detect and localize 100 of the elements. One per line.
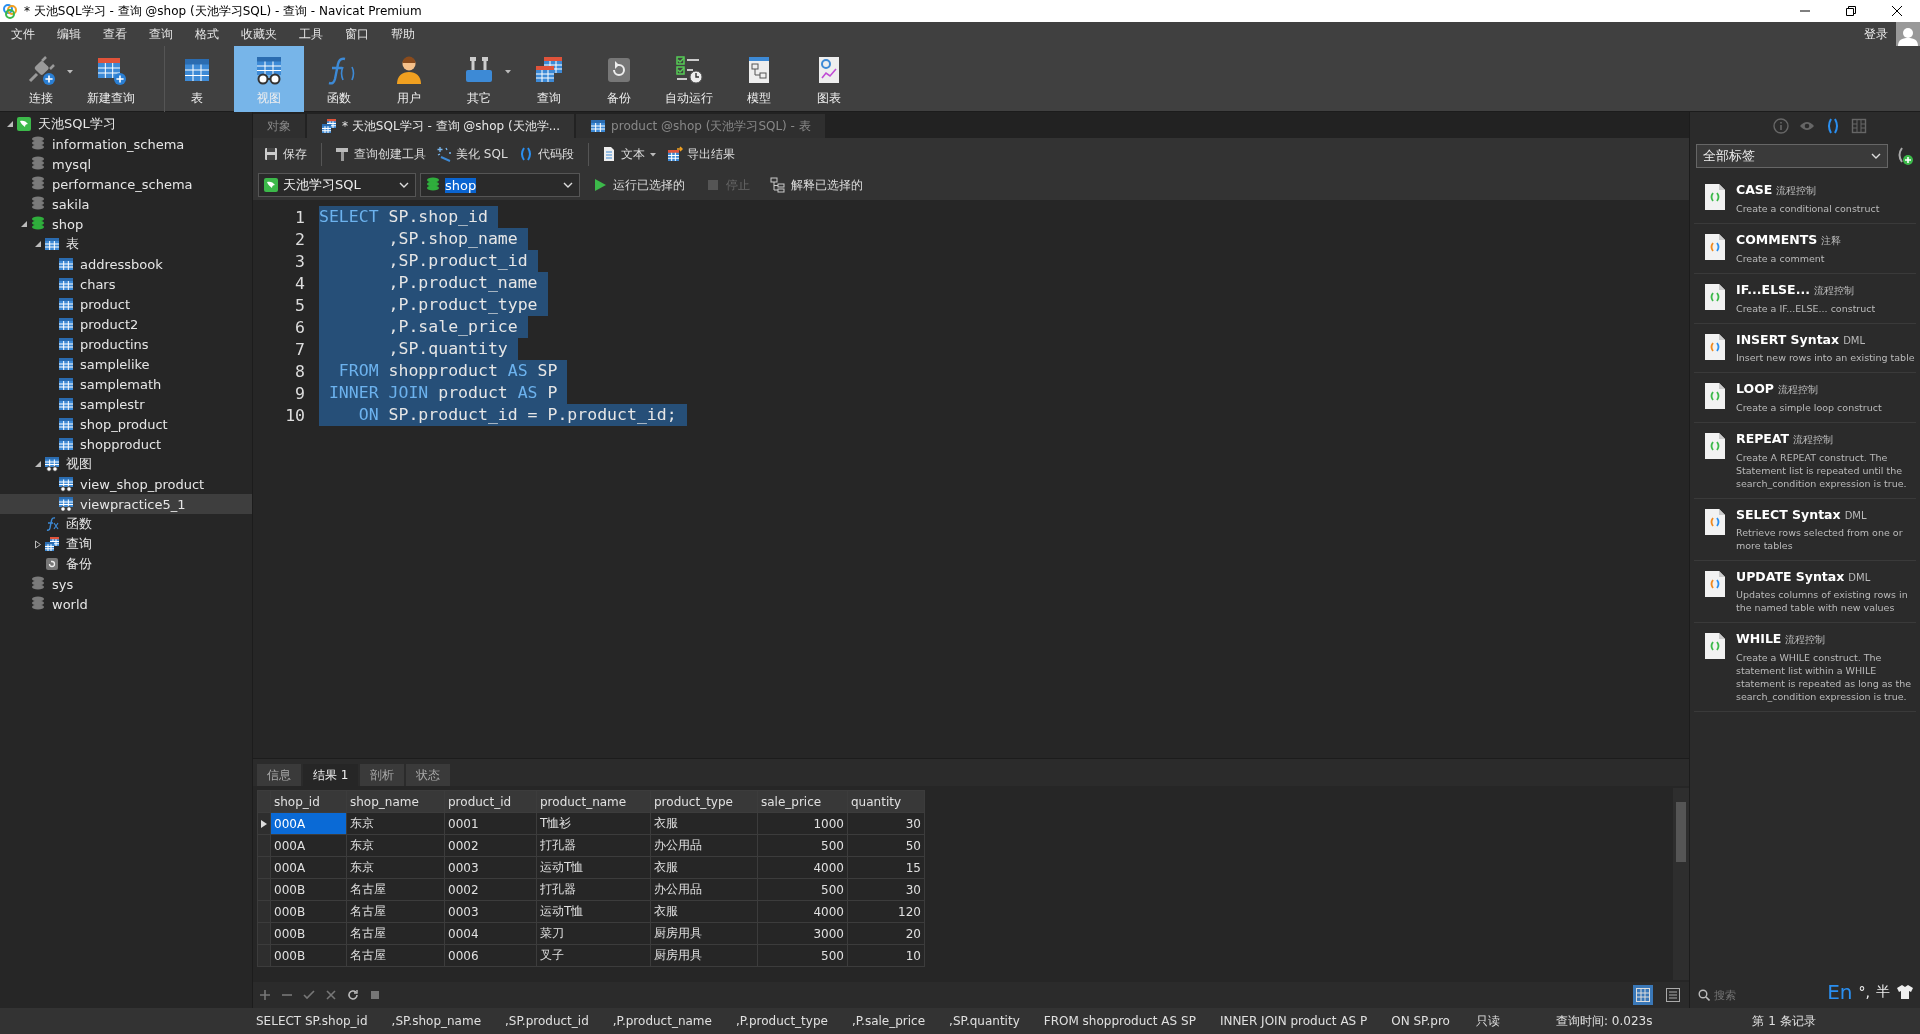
snippet-item[interactable]: SELECT Syntax DML Retrieve rows selected from one or more tables [1694, 499, 1916, 561]
menu-item[interactable]: 文件 [0, 25, 46, 43]
tree-item[interactable]: shopproduct [0, 434, 252, 454]
document-tab[interactable]: product @shop (天池学习SQL) - 表 [576, 114, 825, 138]
snippet-item[interactable]: IF...ELSE... 流程控制 Create a IF...ELSE... construct [1694, 274, 1916, 324]
tree-arrow-icon[interactable] [34, 539, 42, 549]
panel-tab[interactable] [1773, 118, 1789, 134]
tree-item[interactable]: addressbook [0, 254, 252, 274]
snippet-item[interactable]: CASE 流程控制 Create a conditional construct [1694, 174, 1916, 224]
search-field[interactable]: 搜索 [1714, 988, 1794, 1002]
column-header[interactable]: product_name [536, 790, 651, 813]
toolbar-button[interactable]: 解释已选择的 [762, 176, 871, 194]
column-header[interactable]: product_id [444, 790, 537, 813]
tree-item[interactable]: sys [0, 574, 252, 594]
tree-item[interactable]: product2 [0, 314, 252, 334]
result-tab[interactable]: 状态 [406, 764, 451, 786]
toolbar-button[interactable]: 连接 [6, 46, 76, 112]
tree-item[interactable]: 表 [0, 234, 252, 254]
tree-item[interactable]: 备份 [0, 554, 252, 574]
document-tab[interactable]: 对象 [253, 114, 305, 138]
menu-item[interactable]: 窗口 [334, 25, 380, 43]
tree-item[interactable]: product [0, 294, 252, 314]
snippet-item[interactable]: REPEAT 流程控制 Create A REPEAT construct. The Statement list is repeated until the search_condition expression is true. [1694, 423, 1916, 499]
menu-item[interactable]: 查看 [92, 25, 138, 43]
scrollbar-thumb[interactable] [1676, 802, 1686, 862]
tree-item[interactable]: viewpractice5_1 [0, 494, 252, 514]
view-toggle[interactable] [1633, 985, 1653, 1005]
tree-item[interactable]: mysql [0, 154, 252, 174]
snippet-item[interactable]: WHILE 流程控制 Create a WHILE construct. The statement list within a WHILE statement is repeated as long as the search_condition expression is true. [1694, 623, 1916, 712]
scrollbar[interactable] [1673, 788, 1689, 980]
document-tab[interactable]: * 天池SQL学习 - 查询 @shop (天池学... [307, 114, 575, 138]
tree-item[interactable]: productins [0, 334, 252, 354]
snippet-item[interactable]: COMMENTS 注释 Create a comment [1694, 224, 1916, 274]
tree-item[interactable]: 天池SQL学习 [0, 114, 252, 134]
toolbar-button[interactable]: 新建查询 [76, 46, 146, 112]
tree-item[interactable]: samplelike [0, 354, 252, 374]
menu-item[interactable]: 工具 [288, 25, 334, 43]
column-header[interactable]: sale_price [757, 790, 848, 813]
tag-filter-select[interactable]: 全部标签 [1696, 144, 1888, 168]
toolbar-button[interactable]: 自动运行 [654, 46, 724, 112]
menu-item[interactable]: 格式 [184, 25, 230, 43]
tree-item[interactable]: sakila [0, 194, 252, 214]
connection-select[interactable]: 天池学习SQL [258, 173, 416, 197]
snippet-item[interactable]: INSERT Syntax DML Insert new rows into an existing table [1694, 324, 1916, 373]
menu-item[interactable]: 编辑 [46, 25, 92, 43]
tree-item[interactable]: samplemath [0, 374, 252, 394]
tree-item[interactable]: 函数 [0, 514, 252, 534]
column-header[interactable]: shop_name [346, 790, 445, 813]
panel-tab[interactable] [1851, 118, 1867, 134]
tree-arrow-icon[interactable] [34, 240, 42, 248]
tree-arrow-icon[interactable] [6, 120, 14, 128]
snippet-item[interactable]: UPDATE Syntax DML Updates columns of existing rows in the named table with new values [1694, 561, 1916, 623]
tree-item[interactable]: chars [0, 274, 252, 294]
tree-item[interactable]: 查询 [0, 534, 252, 554]
toolbar-button[interactable]: 模型 [724, 46, 794, 112]
toolbar-button[interactable]: 查询 [514, 46, 584, 112]
toolbar-button[interactable]: 查询创建工具 [321, 142, 430, 166]
tree-item[interactable]: view_shop_product [0, 474, 252, 494]
panel-tab[interactable] [1825, 118, 1841, 134]
toolbar-button[interactable]: 运行已选择的 [584, 176, 693, 194]
toolbar-button[interactable]: 备份 [584, 46, 654, 112]
database-icon [30, 576, 46, 592]
toolbar-button[interactable]: 文本 [587, 142, 661, 166]
toolbar-button[interactable]: 图表 [794, 46, 864, 112]
shirt-icon[interactable] [1896, 984, 1914, 1000]
toolbar-button[interactable]: 美化 SQL [432, 142, 512, 166]
toolbar-button[interactable]: 其它 [444, 46, 514, 112]
result-tab[interactable]: 剖析 [360, 764, 405, 786]
ime-punctuation[interactable]: °, [1858, 984, 1870, 1000]
tree-item[interactable]: samplestr [0, 394, 252, 414]
database-select[interactable]: shop [420, 173, 580, 197]
avatar-icon[interactable] [1896, 22, 1920, 46]
tree-item[interactable]: shop [0, 214, 252, 234]
row-indicator[interactable] [257, 812, 271, 835]
toolbar-button[interactable]: 用户 [374, 46, 444, 112]
database-icon [30, 596, 46, 612]
view-toggle[interactable] [1663, 985, 1683, 1005]
tree-item[interactable]: 视图 [0, 454, 252, 474]
toolbar-button[interactable]: 代码段 [513, 142, 578, 166]
column-header[interactable]: quantity [847, 790, 925, 813]
toolbar-button[interactable]: 函数 [304, 46, 374, 112]
result-tab[interactable]: 信息 [257, 764, 301, 786]
toolbar-button[interactable]: 导出结果 [662, 142, 739, 166]
menu-item[interactable]: 查询 [138, 25, 184, 43]
tree-arrow-icon[interactable] [34, 460, 42, 468]
column-header[interactable]: product_type [650, 790, 758, 813]
column-header[interactable]: shop_id [270, 790, 347, 813]
snippet-item[interactable]: LOOP 流程控制 Create a simple loop construct [1694, 373, 1916, 423]
tree-item[interactable]: world [0, 594, 252, 614]
tree-item[interactable]: performance_schema [0, 174, 252, 194]
ime-width[interactable]: 半 [1876, 983, 1890, 1001]
tree-arrow-icon[interactable] [20, 220, 28, 228]
ime-language[interactable]: En [1827, 980, 1853, 1004]
login-link[interactable]: 登录 [1864, 25, 1888, 43]
tree-item[interactable]: information_schema [0, 134, 252, 154]
menu-item[interactable]: 收藏夹 [230, 25, 288, 43]
menu-item[interactable]: 帮助 [380, 25, 426, 43]
toolbar-button[interactable]: 保存 [259, 142, 311, 166]
result-tab[interactable]: 结果 1 [303, 764, 359, 786]
tree-item[interactable]: shop_product [0, 414, 252, 434]
